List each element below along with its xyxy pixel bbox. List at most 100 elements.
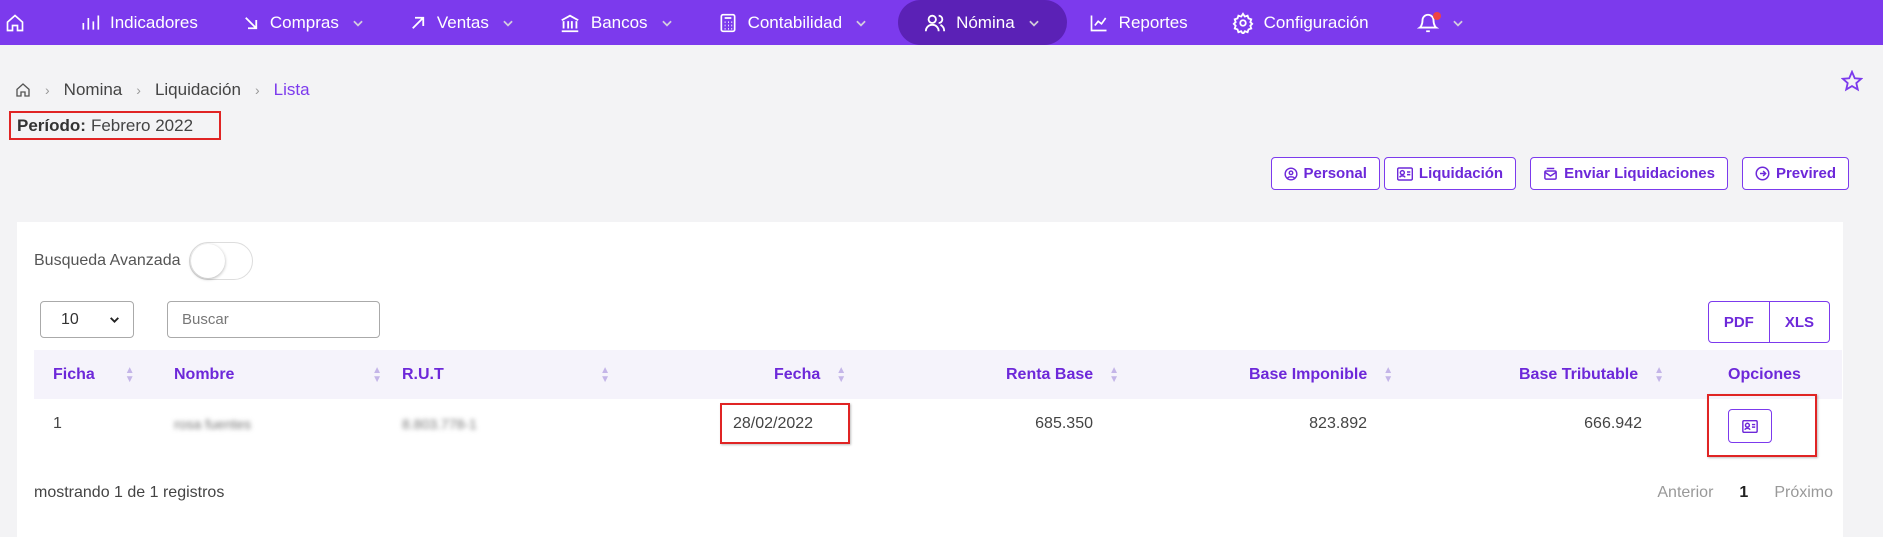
sort-icon: ▲ ▼ [372, 364, 382, 385]
search-input[interactable] [167, 301, 380, 338]
export-xls-button[interactable]: XLS [1769, 301, 1830, 343]
action-bar: Personal Liquidación Enviar Liquidacione… [1270, 157, 1849, 190]
col-nombre[interactable]: Nombre ▲ ▼ [174, 350, 382, 399]
user-circle-icon [1283, 166, 1298, 181]
nav-contabilidad[interactable]: Contabilidad [696, 0, 891, 45]
advanced-search: Busqueda Avanzada [34, 242, 253, 280]
col-rut[interactable]: R.U.T ▲ ▼ [402, 350, 610, 399]
periodo-display: Período: Febrero 2022 [9, 111, 221, 140]
personal-button[interactable]: Personal [1270, 157, 1380, 190]
nav-label: Contabilidad [747, 12, 843, 32]
pagination-prev[interactable]: Anterior [1657, 484, 1713, 502]
nav-nomina[interactable]: Nómina [898, 0, 1067, 45]
col-opciones-label: Opciones [1728, 365, 1801, 383]
notification-dot [1432, 12, 1441, 20]
calculator-icon [720, 13, 736, 32]
nav-indicadores[interactable]: Indicadores [58, 0, 220, 45]
pagination: Anterior 1 Próximo [1657, 484, 1833, 502]
nav-label: Nómina [956, 12, 1015, 32]
col-renta-label: Renta Base [1006, 365, 1094, 383]
nav-label: Configuración [1263, 12, 1369, 32]
arrow-down-right-icon [245, 16, 258, 29]
sort-icon: ▲ ▼ [836, 364, 847, 385]
nav-label: Bancos [590, 12, 648, 32]
arrow-circle-right-icon [1755, 166, 1770, 181]
liquidacion-button[interactable]: Liquidación [1383, 157, 1517, 190]
col-opciones: Opciones [1728, 350, 1801, 399]
chevron-right-icon: › [136, 82, 141, 98]
cell-nombre: rosa fuentes [174, 415, 252, 432]
page-size-select[interactable]: 10 [40, 301, 134, 338]
pagination-page-1[interactable]: 1 [1739, 484, 1748, 502]
highlight-fecha [720, 403, 850, 444]
highlight-opciones [1707, 394, 1817, 457]
top-navbar: Indicadores Compras Ventas Bancos Contab… [0, 0, 1883, 45]
bar-chart-icon [82, 15, 100, 30]
nav-reportes[interactable]: Reportes [1067, 0, 1210, 45]
nav-label: Compras [269, 12, 339, 32]
chevron-down-icon [661, 20, 672, 27]
favorite-button[interactable] [1840, 69, 1864, 97]
breadcrumb-nomina[interactable]: Nomina [64, 80, 123, 100]
line-chart-icon [1090, 15, 1107, 31]
table-header: Ficha ▲ ▼ Nombre ▲ ▼ R.U.T ▲ ▼ Fecha ▲ ▼ Ren… [34, 350, 1842, 399]
sort-icon: ▲ ▼ [1654, 364, 1665, 385]
toggle-knob [190, 244, 225, 278]
col-nombre-label: Nombre [174, 365, 235, 383]
col-fecha-label: Fecha [774, 365, 821, 383]
enviar-liquidaciones-button[interactable]: Enviar Liquidaciones [1530, 157, 1728, 190]
sort-icon: ▲ ▼ [600, 364, 610, 385]
col-rut-label: R.U.T [402, 365, 444, 383]
chevron-down-icon [110, 317, 119, 324]
col-tributable-label: Base Tributable [1519, 365, 1639, 383]
col-imponible-label: Base Imponible [1249, 365, 1368, 383]
cell-base-tributable: 666.942 [1584, 414, 1642, 432]
sort-icon: ▲ ▼ [1383, 364, 1394, 385]
liquidacion-button-label: Liquidación [1418, 165, 1504, 182]
enviar-button-label: Enviar Liquidaciones [1564, 165, 1715, 182]
col-base-imponible[interactable]: Base Imponible ▲ ▼ [1249, 350, 1393, 399]
advanced-search-label: Busqueda Avanzada [34, 252, 181, 269]
breadcrumb-liquidacion[interactable]: Liquidación [155, 80, 241, 100]
chevron-down-icon [503, 20, 513, 27]
nav-ventas[interactable]: Ventas [387, 0, 537, 45]
nav-compras[interactable]: Compras [220, 0, 387, 45]
periodo-label: Período: [17, 115, 86, 135]
mail-stack-icon [1544, 167, 1557, 180]
col-base-tributable[interactable]: Base Tributable ▲ ▼ [1519, 350, 1664, 399]
nav-configuracion[interactable]: Configuración [1210, 0, 1391, 45]
sort-icon: ▲ ▼ [1109, 364, 1120, 385]
col-ficha[interactable]: Ficha ▲ ▼ [53, 350, 135, 399]
liquidaciones-card: Busqueda Avanzada 10 PDF XLS Ficha ▲▼ No… [17, 222, 1843, 537]
star-icon [1840, 69, 1864, 92]
nav-label: Reportes [1118, 12, 1188, 32]
cell-rut: 8.803.778-1 [402, 415, 477, 432]
notifications-button[interactable] [1391, 0, 1487, 45]
chevron-down-icon [1452, 20, 1463, 27]
col-fecha[interactable]: Fecha ▲ ▼ [774, 350, 846, 399]
previred-button[interactable]: Previred [1741, 157, 1849, 190]
users-icon [924, 14, 946, 31]
periodo-value: Febrero 2022 [90, 115, 194, 135]
col-renta-base[interactable]: Renta Base ▲ ▼ [1006, 350, 1119, 399]
arrow-up-right-icon [411, 16, 425, 29]
cell-renta-base: 685.350 [1035, 414, 1093, 432]
gear-icon [1232, 11, 1254, 34]
chevron-right-icon: › [45, 82, 50, 98]
home-nav-button[interactable] [0, 13, 30, 33]
home-icon[interactable] [15, 82, 31, 98]
pagination-next[interactable]: Próximo [1774, 484, 1833, 502]
advanced-search-toggle[interactable] [188, 242, 253, 280]
page-size-value: 10 [61, 310, 79, 328]
chevron-down-icon [856, 20, 866, 27]
nav-label: Ventas [436, 12, 489, 32]
sort-icon: ▲ ▼ [124, 364, 135, 385]
home-icon [6, 13, 24, 31]
export-pdf-button[interactable]: PDF [1707, 301, 1770, 343]
id-card-icon [1396, 166, 1413, 181]
breadcrumb: › Nomina › Liquidación › Lista [15, 80, 310, 100]
breadcrumb-lista: Lista [273, 80, 310, 99]
personal-button-label: Personal [1303, 165, 1367, 182]
cell-base-imponible: 823.892 [1309, 414, 1367, 432]
nav-bancos[interactable]: Bancos [537, 0, 696, 45]
